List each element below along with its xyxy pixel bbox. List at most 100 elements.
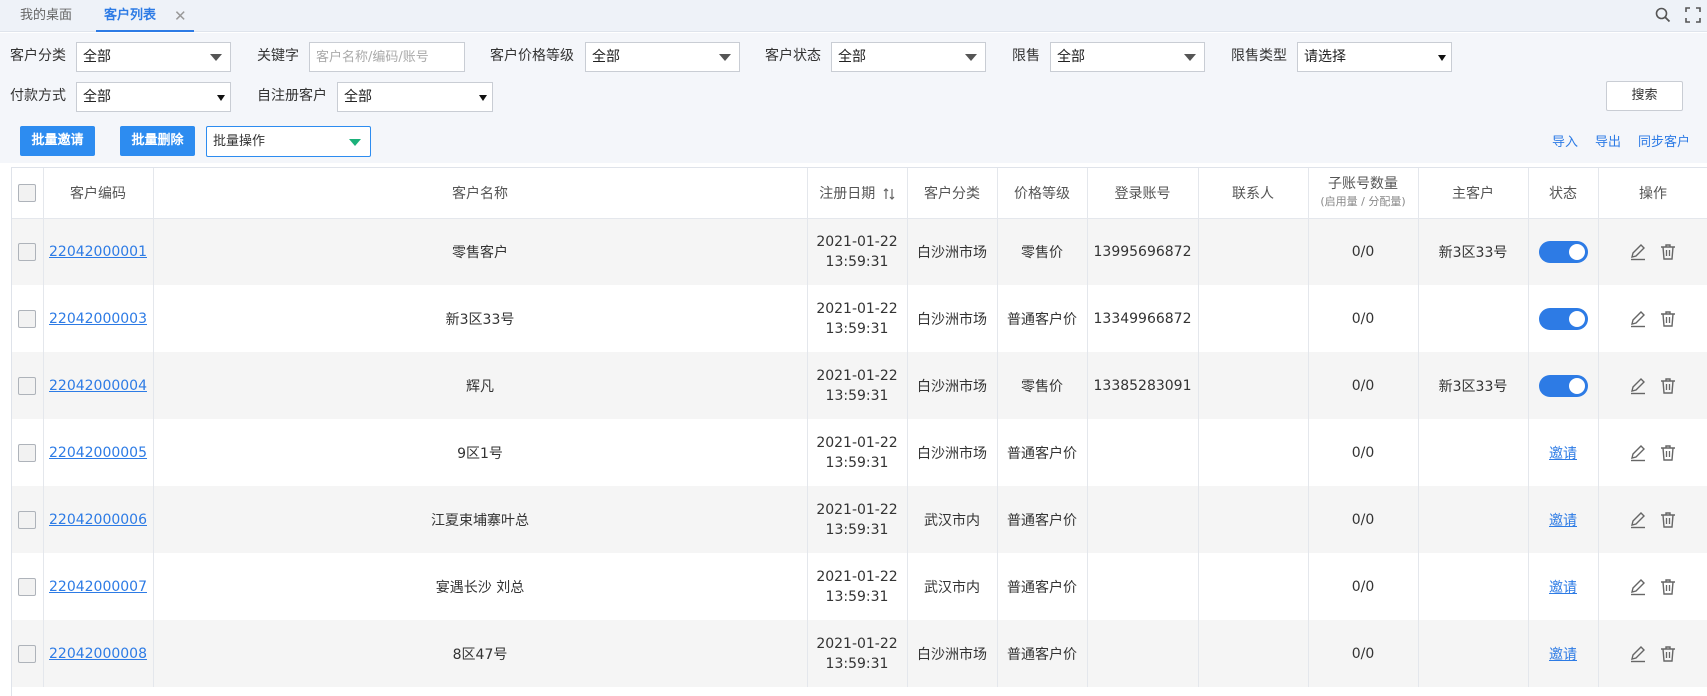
- trash-icon[interactable]: [1658, 644, 1678, 664]
- self-reg-select[interactable]: 全部: [337, 82, 493, 112]
- customer-name: 8区47号: [153, 620, 808, 687]
- select-all-checkbox[interactable]: [18, 183, 37, 202]
- reg-date-cell: 2021-01-22 13:59:31: [807, 486, 908, 553]
- customer-code-link[interactable]: 22042000004: [49, 378, 147, 394]
- trash-icon[interactable]: [1658, 510, 1678, 530]
- invite-link[interactable]: 邀请: [1549, 580, 1577, 596]
- category-select-value: 全部: [83, 49, 111, 65]
- reg-date: 2021-01-22: [816, 233, 898, 250]
- close-icon[interactable]: ✕: [174, 0, 187, 32]
- status-label: 客户状态: [765, 48, 821, 64]
- search-button[interactable]: 搜索: [1606, 81, 1683, 111]
- customer-name: 江夏束埔寨叶总: [153, 486, 808, 553]
- chevron-down-icon: [217, 95, 225, 101]
- row-checkbox[interactable]: [18, 376, 37, 395]
- chevron-down-icon: [1184, 54, 1196, 61]
- main-customer: [1418, 419, 1529, 486]
- customer-code-link[interactable]: 22042000005: [49, 445, 147, 461]
- sub-account-count: 0/0: [1308, 620, 1419, 687]
- edit-icon[interactable]: [1628, 577, 1648, 597]
- category-select[interactable]: 全部: [76, 42, 231, 72]
- col-category: 客户分类: [907, 168, 998, 219]
- col-reg-date[interactable]: 注册日期: [807, 168, 908, 219]
- keyword-input[interactable]: [309, 42, 465, 72]
- row-checkbox[interactable]: [18, 242, 37, 261]
- row-checkbox[interactable]: [18, 577, 37, 596]
- status-cell: [1528, 218, 1599, 285]
- row-checkbox[interactable]: [18, 644, 37, 663]
- toggle-knob: [1568, 310, 1585, 327]
- sub-account-count: 0/0: [1308, 419, 1419, 486]
- search-icon[interactable]: [1654, 6, 1672, 24]
- edit-icon[interactable]: [1628, 376, 1648, 396]
- customer-category: 武汉市内: [907, 553, 998, 620]
- customer-category: 白沙洲市场: [907, 218, 998, 285]
- status-toggle[interactable]: [1538, 240, 1588, 263]
- import-link[interactable]: 导入: [1552, 131, 1578, 150]
- edit-icon[interactable]: [1628, 309, 1648, 329]
- limit-type-label: 限售类型: [1231, 48, 1287, 64]
- fullscreen-icon[interactable]: [1684, 6, 1702, 24]
- trash-icon[interactable]: [1658, 242, 1678, 262]
- col-reg-date-label: 注册日期: [819, 185, 876, 202]
- tab-bar: 我的桌面 客户列表 ✕: [0, 0, 1707, 32]
- row-checkbox[interactable]: [18, 510, 37, 529]
- ops-cell: [1598, 486, 1707, 553]
- payment-select[interactable]: 全部: [76, 82, 231, 112]
- col-sub-count-note: (启用量 / 分配量): [1320, 194, 1406, 208]
- batch-ops-select[interactable]: 批量操作: [206, 126, 371, 157]
- row-checkbox[interactable]: [18, 443, 37, 462]
- trash-icon[interactable]: [1658, 443, 1678, 463]
- select-all-cell: [12, 168, 44, 219]
- batch-invite-button[interactable]: 批量邀请: [20, 126, 95, 156]
- customer-code-link[interactable]: 22042000007: [49, 579, 147, 595]
- row-select-cell: [12, 486, 44, 553]
- status-select[interactable]: 全部: [831, 42, 986, 72]
- edit-icon[interactable]: [1628, 242, 1648, 262]
- sync-customers-link[interactable]: 同步客户: [1638, 131, 1690, 150]
- invite-link[interactable]: 邀请: [1549, 513, 1577, 529]
- login-account: [1087, 620, 1199, 687]
- limit-select[interactable]: 全部: [1050, 42, 1205, 72]
- customer-code-link[interactable]: 22042000006: [49, 512, 147, 528]
- row-checkbox[interactable]: [18, 309, 37, 328]
- edit-icon[interactable]: [1628, 510, 1648, 530]
- reg-time: 13:59:31: [825, 320, 889, 337]
- trash-icon[interactable]: [1658, 309, 1678, 329]
- limit-label: 限售: [1012, 48, 1040, 64]
- reg-time: 13:59:31: [825, 588, 889, 605]
- ops-cell: [1598, 553, 1707, 620]
- trash-icon[interactable]: [1658, 376, 1678, 396]
- row-select-cell: [12, 285, 44, 352]
- sub-account-count: 0/0: [1308, 553, 1419, 620]
- customer-code-link[interactable]: 22042000003: [49, 311, 147, 327]
- status-cell: 邀请: [1528, 620, 1599, 687]
- batch-delete-button[interactable]: 批量删除: [120, 126, 195, 156]
- status-toggle[interactable]: [1538, 374, 1588, 397]
- price-level-label: 客户价格等级: [490, 48, 574, 64]
- reg-time: 13:59:31: [825, 655, 889, 672]
- status-toggle[interactable]: [1538, 307, 1588, 330]
- reg-time: 13:59:31: [825, 521, 889, 538]
- edit-icon[interactable]: [1628, 644, 1648, 664]
- sub-account-count: 0/0: [1308, 218, 1419, 285]
- customer-code-link[interactable]: 22042000008: [49, 646, 147, 662]
- code-cell: 22042000001: [43, 218, 154, 285]
- status-cell: [1528, 285, 1599, 352]
- tab-customer-list[interactable]: 客户列表 ✕: [96, 0, 194, 32]
- customer-code-link[interactable]: 22042000001: [49, 244, 147, 260]
- sort-icon[interactable]: [883, 187, 895, 201]
- chevron-down-icon: [210, 54, 222, 61]
- customer-category: 白沙洲市场: [907, 285, 998, 352]
- invite-link[interactable]: 邀请: [1549, 446, 1577, 462]
- payment-select-value: 全部: [83, 89, 111, 105]
- ops-cell: [1598, 419, 1707, 486]
- invite-link[interactable]: 邀请: [1549, 647, 1577, 663]
- main-customer: 新3区33号: [1418, 352, 1529, 419]
- limit-type-select[interactable]: 请选择: [1297, 42, 1452, 72]
- tab-my-desktop[interactable]: 我的桌面: [20, 0, 90, 32]
- export-link[interactable]: 导出: [1595, 131, 1621, 150]
- edit-icon[interactable]: [1628, 443, 1648, 463]
- trash-icon[interactable]: [1658, 577, 1678, 597]
- price-level-select[interactable]: 全部: [585, 42, 740, 72]
